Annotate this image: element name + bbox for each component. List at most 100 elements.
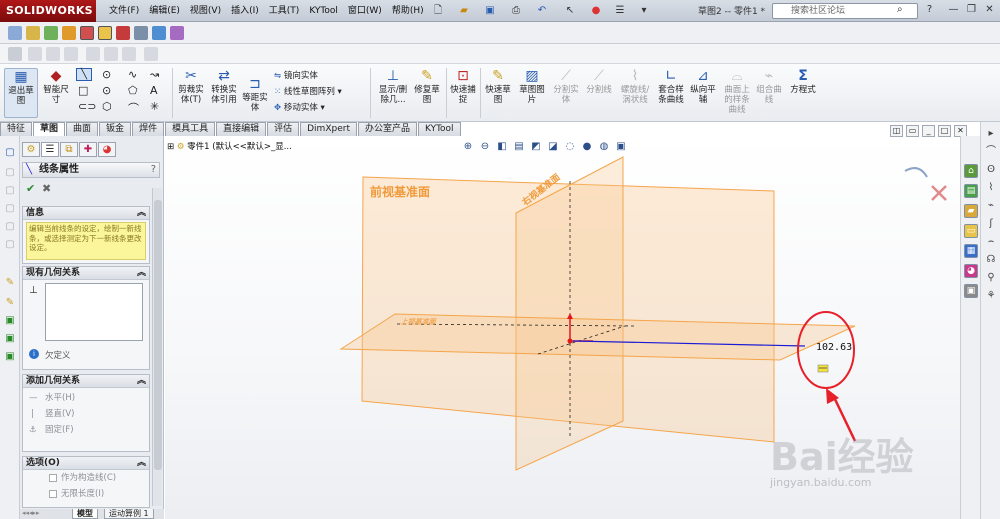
view-orientation-icon[interactable]: ◩ [529,140,543,153]
toolbar-gray-icon-5[interactable] [104,47,118,61]
tab-model[interactable]: 模型 [72,509,98,519]
customize-icon[interactable]: ▾ [636,3,652,18]
cube-icon[interactable]: ▢ [3,166,17,179]
point-icon[interactable]: ✳ [150,100,159,113]
repair-sketch-button[interactable]: ✎ 修复草 图 [412,68,442,105]
toolbar-icon-8[interactable] [134,26,148,40]
options-icon[interactable]: ☰ [612,3,628,18]
toolbar-icon-5[interactable] [80,26,94,40]
trim-entities-button[interactable]: ✂ 剪裁实 体(T) [174,68,208,105]
toolbar-icon-3[interactable] [44,26,58,40]
ok-check-icon[interactable]: ✔ [26,182,35,195]
exit-sketch-button[interactable]: ▦ 退出草 图 [4,68,38,118]
cube-icon[interactable]: ▢ [3,238,17,251]
tile-doc-icon[interactable]: ▭ [906,125,919,137]
construction-checkbox[interactable] [49,474,57,482]
toolbar-icon-2[interactable] [26,26,40,40]
spline-icon[interactable]: ↝ [150,68,159,81]
fillet-icon[interactable]: ⌒ [128,100,139,116]
rectangle-icon[interactable]: □ [78,84,88,97]
help-icon[interactable]: ? [922,3,937,17]
tab-motion-study[interactable]: 运动算例 1 [104,509,154,519]
toolbar-icon-4[interactable] [62,26,76,40]
minimize-icon[interactable]: — [946,3,961,17]
file-explorer-icon[interactable]: ▰ [964,204,978,218]
config-tab-icon[interactable]: ⧉ [60,142,78,157]
cube-icon[interactable]: ▢ [3,146,17,159]
feature-tree-flyout[interactable]: ⊞ ⚙ 零件1 (默认<<默认>_显... [167,140,292,152]
zoom-to-fit-icon[interactable]: ⊕ [461,140,475,153]
menu-kytool[interactable]: KYTool [304,3,343,19]
toolbar-icon-9[interactable] [152,26,166,40]
arc-icon[interactable]: ∿ [128,68,137,81]
restore-doc-icon[interactable]: ◫ [890,125,903,137]
toolbar-icon-6[interactable] [98,26,112,40]
tab-kytool[interactable]: KYTool [417,122,461,136]
tab-sketch[interactable]: 草图 [33,122,66,136]
fix-relation-button[interactable]: 固定(F) [45,425,74,436]
view-palette-icon[interactable]: ▦ [964,244,978,258]
toolbar-icon-10[interactable] [170,26,184,40]
search-go-icon[interactable]: ⌕ [897,4,903,15]
convert-entities-button[interactable]: ⇄ 转换实 体引用 [206,68,242,105]
mold-tool-icon[interactable]: ⚘ [985,290,997,302]
select-arrow-icon[interactable]: ↖ [562,3,578,18]
mold-tool-icon[interactable]: ʃ [985,218,997,230]
tab-sheet-metal[interactable]: 钣金 [99,122,132,136]
sketch-picture-button[interactable]: ▨ 草图图 片 [516,68,548,105]
repair-sketch-icon[interactable]: ✎ [3,296,17,309]
toolbar-arrow-icon[interactable]: ▸ [985,128,997,140]
tab-features[interactable]: 特征 [0,122,33,136]
info-group-header[interactable]: 信息 ︽ [23,207,149,220]
sketch-tool-icon[interactable]: ▣ [3,314,17,327]
linear-pattern-button[interactable]: ⁙ 线性草图阵列 ▾ [274,86,342,98]
solidworks-logo[interactable]: SOLIDWORKS [0,0,96,22]
slot-icon[interactable]: ⊂⊃ [78,100,96,113]
rebuild-icon[interactable]: ● [588,3,604,18]
mirror-entities-button[interactable]: ⇋ 镜向实体 [274,70,318,82]
hide-show-icon[interactable]: ◌ [563,140,577,153]
close-icon[interactable]: ✕ [982,3,997,17]
cube-icon[interactable]: ▢ [3,220,17,233]
cube-icon[interactable]: ▢ [3,202,17,215]
split-line-button[interactable]: ⟋ 分割线 [584,68,614,95]
cube-icon[interactable]: ▢ [3,184,17,197]
mold-tool-icon[interactable]: ⌒ [985,146,997,158]
print-icon[interactable]: ⎙ [508,3,524,18]
appearances-icon[interactable]: ◕ [964,264,978,278]
minimize-doc-icon[interactable]: _ [922,125,935,137]
polygon2-icon[interactable]: ⬡ [102,100,112,113]
tab-evaluate[interactable]: 评估 [267,122,300,136]
horizontal-relation-button[interactable]: 水平(H) [45,393,75,404]
equation-button[interactable]: Σ 方程式 [786,68,820,95]
mold-tool-icon[interactable]: ʘ [985,164,997,176]
dimxpert-tab-icon[interactable]: ✚ [79,142,97,157]
ellipse-icon[interactable]: ⊙ [102,84,111,97]
mold-tool-icon[interactable]: ☊ [985,254,997,266]
mold-tool-icon[interactable]: ⚲ [985,272,997,284]
tab-office-products[interactable]: 办公室产品 [357,122,417,136]
quick-snaps-button[interactable]: ⊡ 快速捕 捉 [448,68,478,105]
move-entities-button[interactable]: ✥ 移动实体 ▾ [274,102,325,114]
rib-button[interactable]: ⊿ 纵向平 辅 [688,68,718,105]
dimension-value[interactable]: 102.63 [816,342,852,353]
offset-entities-button[interactable]: ⊐ 等距实 体 [240,76,270,113]
toolbar-icon-1[interactable] [8,26,22,40]
confirm-corner-icon[interactable] [904,167,928,178]
view-settings-icon[interactable]: ▣ [614,140,628,153]
restore-icon[interactable]: ❐ [964,3,979,17]
toolbar-gray-icon-2[interactable] [46,47,60,61]
feature-tree-tab-icon[interactable]: ⚙ [22,142,40,157]
sketch-pencil-icon[interactable]: ✎ [3,276,17,289]
menu-help[interactable]: 帮助(H) [387,3,429,19]
display-tab-icon[interactable]: ◕ [98,142,116,157]
toolbar-gray-icon-6[interactable] [122,47,136,61]
maximize-doc-icon[interactable]: □ [938,125,951,137]
custom-properties-icon[interactable]: ▣ [964,284,978,298]
section-view-icon[interactable]: ▤ [512,140,526,153]
tab-direct-editing[interactable]: 直接编辑 [216,122,267,136]
design-library-icon[interactable]: ▤ [964,184,978,198]
tab-mold-tools[interactable]: 模具工具 [165,122,216,136]
display-delete-relations-button[interactable]: ⊥ 显示/删 除几... [374,68,412,105]
toolbar-gray-icon-1[interactable] [28,47,42,61]
